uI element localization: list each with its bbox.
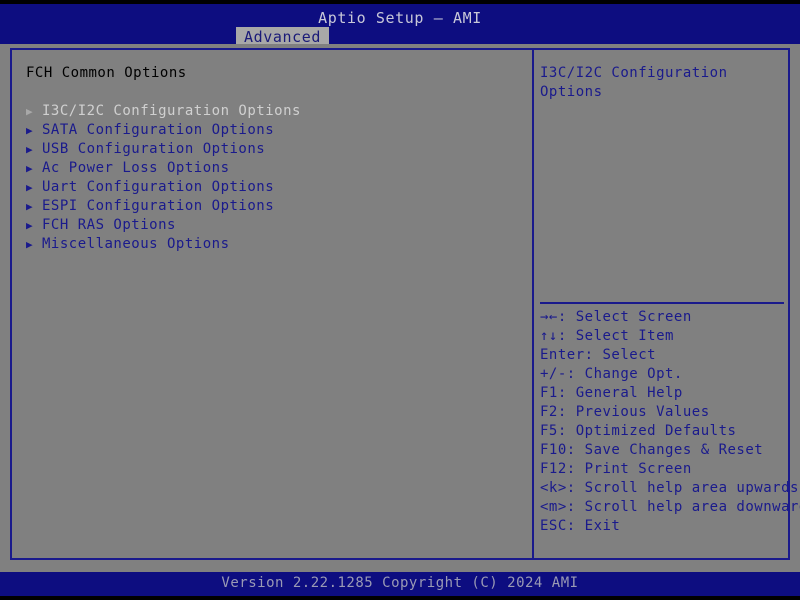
- menu-item-6[interactable]: ▶ FCH RAS Options: [26, 216, 532, 235]
- submenu-arrow-icon: ▶: [26, 162, 34, 175]
- legend-row-5: F2: Previous Values: [540, 404, 710, 420]
- menu-item-label: FCH RAS Options: [42, 217, 176, 233]
- menu-item-label: I3C/I2C Configuration Options: [42, 103, 301, 119]
- legend-row-11: ESC: Exit: [540, 518, 621, 534]
- submenu-arrow-icon: ▶: [26, 181, 34, 194]
- submenu-arrow-icon: ▶: [26, 219, 34, 232]
- version-text: Version 2.22.1285 Copyright (C) 2024 AMI: [221, 575, 579, 591]
- legend-row-1: ↑↓: Select Item: [540, 328, 674, 344]
- legend-row-4: F1: General Help: [540, 385, 683, 401]
- legend-row-2: Enter: Select: [540, 347, 657, 363]
- menu-item-label: Ac Power Loss Options: [42, 160, 230, 176]
- menu-item-0[interactable]: ▶ I3C/I2C Configuration Options: [26, 102, 532, 121]
- bottom-black-strip: [0, 596, 800, 600]
- header-bar: Aptio Setup – AMI Advanced: [0, 4, 800, 47]
- submenu-arrow-icon: ▶: [26, 105, 34, 118]
- key-legend: →←: Select Screen ↑↓: Select Item Enter: S…: [540, 308, 800, 536]
- submenu-arrow-icon: ▶: [26, 143, 34, 156]
- submenu-arrow-icon: ▶: [26, 200, 34, 213]
- menu-item-label: SATA Configuration Options: [42, 122, 275, 138]
- page-title: Aptio Setup – AMI: [318, 9, 482, 27]
- menu-item-label: Uart Configuration Options: [42, 179, 275, 195]
- menu-list: ▶ I3C/I2C Configuration Options ▶ SATA Conf…: [26, 102, 532, 254]
- help-description: I3C/I2C Configuration Options: [540, 65, 737, 100]
- submenu-arrow-icon: ▶: [26, 238, 34, 251]
- menu-item-2[interactable]: ▶ USB Configuration Options: [26, 140, 532, 159]
- legend-row-9: <k>: Scroll help area upwards: [540, 480, 799, 496]
- left-panel-title: FCH Common Options: [26, 65, 187, 81]
- footer-bar: Version 2.22.1285 Copyright (C) 2024 AMI: [0, 572, 800, 596]
- legend-row-7: F10: Save Changes & Reset: [540, 442, 764, 458]
- left-panel: FCH Common Options ▶ I3C/I2C Configuratio…: [12, 50, 532, 558]
- right-panel: I3C/I2C Configuration Options →←: Select…: [534, 50, 800, 558]
- bios-setup-screen: Aptio Setup – AMI Advanced FCH Common Op…: [0, 0, 800, 600]
- menu-item-label: ESPI Configuration Options: [42, 198, 275, 214]
- help-divider: [540, 302, 784, 304]
- legend-row-3: +/-: Change Opt.: [540, 366, 683, 382]
- menu-item-label: Miscellaneous Options: [42, 236, 230, 252]
- submenu-arrow-icon: ▶: [26, 124, 34, 137]
- legend-row-10: <m>: Scroll help area downwards: [540, 499, 800, 515]
- legend-row-8: F12: Print Screen: [540, 461, 692, 477]
- menu-item-7[interactable]: ▶ Miscellaneous Options: [26, 235, 532, 254]
- legend-row-6: F5: Optimized Defaults: [540, 423, 737, 439]
- menu-item-5[interactable]: ▶ ESPI Configuration Options: [26, 197, 532, 216]
- menu-item-label: USB Configuration Options: [42, 141, 266, 157]
- menu-item-3[interactable]: ▶ Ac Power Loss Options: [26, 159, 532, 178]
- menu-item-4[interactable]: ▶ Uart Configuration Options: [26, 178, 532, 197]
- legend-row-0: →←: Select Screen: [540, 309, 692, 325]
- menu-item-1[interactable]: ▶ SATA Configuration Options: [26, 121, 532, 140]
